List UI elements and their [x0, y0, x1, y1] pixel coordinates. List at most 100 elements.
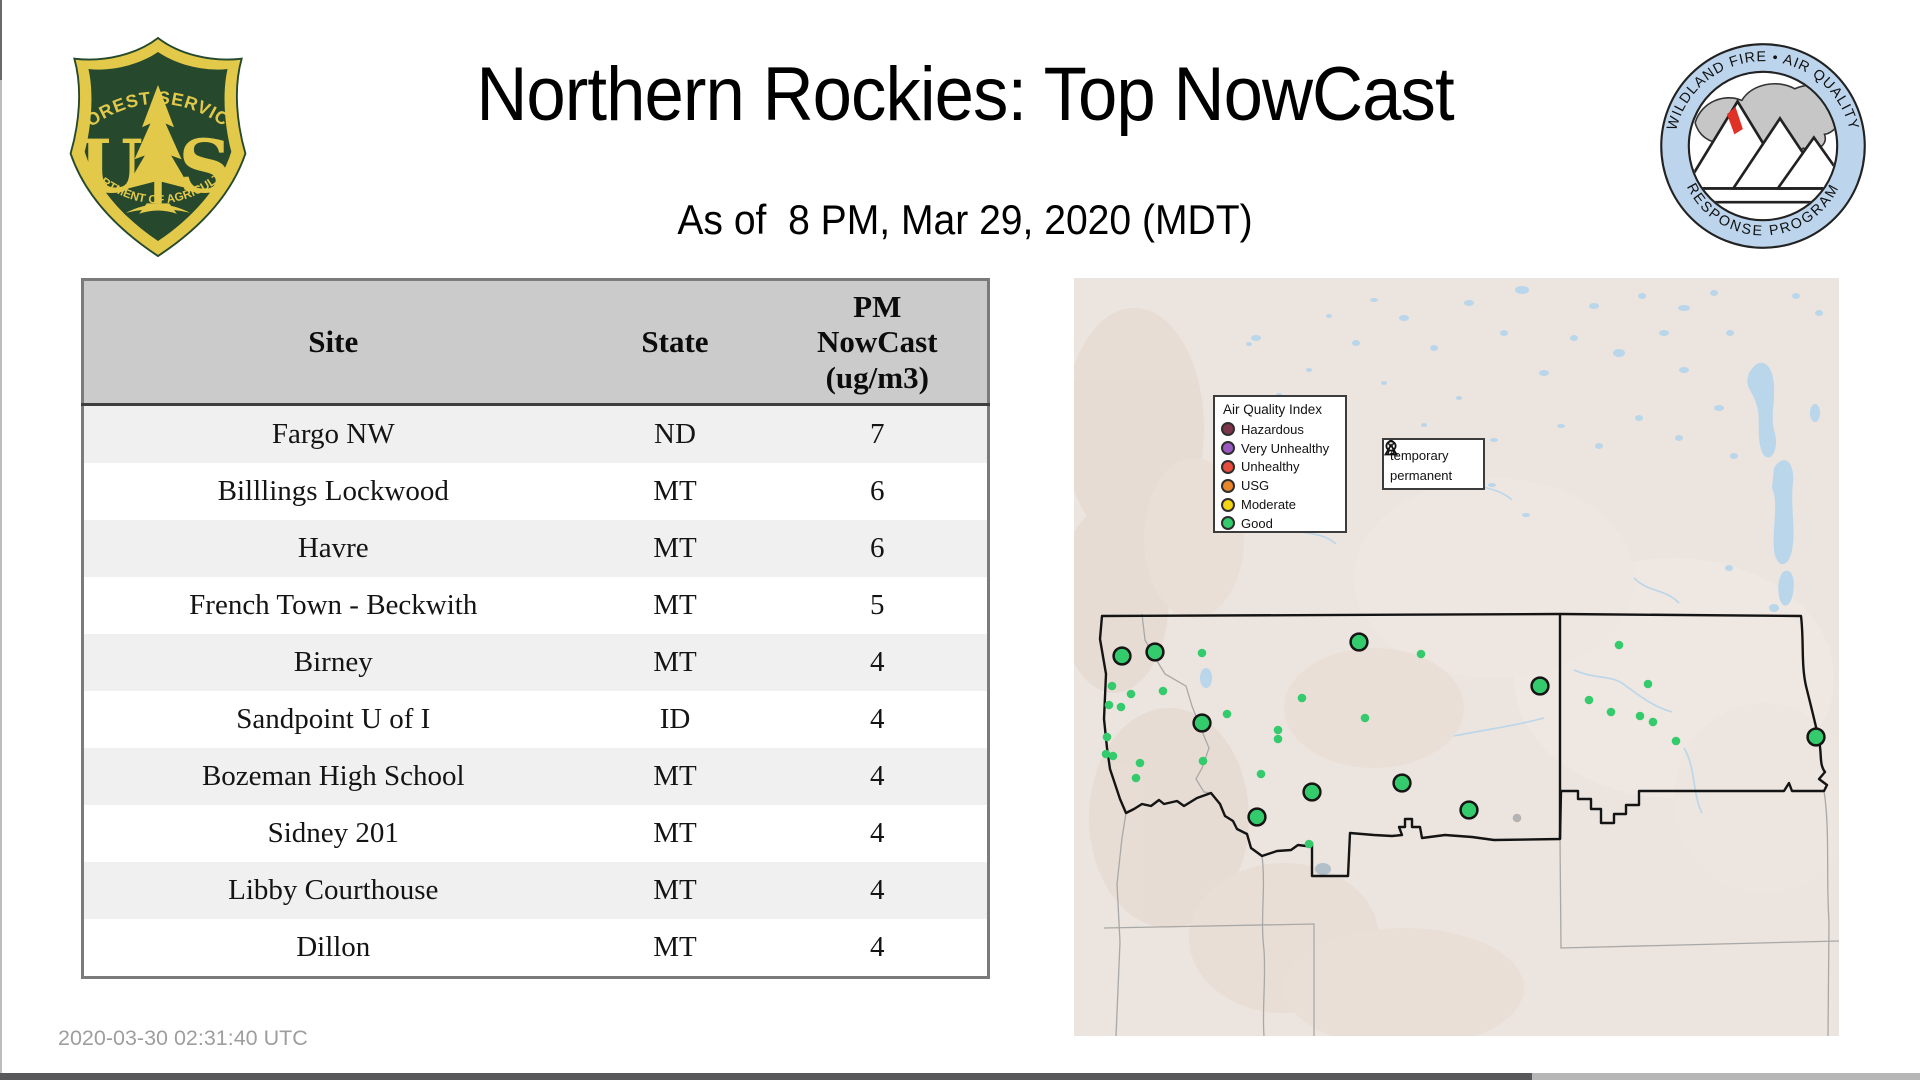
cell-value: 7 [870, 418, 885, 450]
cell-state: ID [659, 703, 691, 735]
cell-state: MT [653, 532, 697, 564]
aqi-item-label: Unhealthy [1241, 459, 1300, 475]
cell-state: MT [653, 475, 697, 507]
monitor-site-small [1108, 751, 1118, 761]
monitor-site-large [1530, 676, 1550, 696]
cell-site: Libby Courthouse [228, 874, 439, 906]
cell-state: MT [653, 589, 697, 621]
table-header-row: Site State PM NowCast (ug/m3) [82, 279, 989, 406]
monitor-site-small [1643, 679, 1653, 689]
table-row: Dillon MT 4 [82, 919, 989, 978]
monitor-site-small [1104, 700, 1114, 710]
column-header: State [582, 279, 768, 406]
table-row: Libby Courthouse MT 4 [82, 862, 989, 919]
monitor-site-small [1635, 711, 1645, 721]
monitor-site-small [1584, 695, 1594, 705]
marker-legend-temporary: temporary [1385, 440, 1477, 465]
cell-site: Havre [297, 532, 369, 564]
table-row: Sidney 201 MT 4 [82, 805, 989, 862]
monitor-site-large [1145, 642, 1165, 662]
aqi-item-good: Good [1221, 514, 1339, 533]
monitor-site-large [1247, 807, 1267, 827]
monitor-site-small [1107, 681, 1117, 691]
monitor-dots-inactive [1512, 813, 1522, 823]
generation-timestamp: 2020-03-30 02:31:40 UTC [58, 1026, 308, 1050]
cell-state: MT [653, 874, 697, 906]
cell-value: 4 [870, 760, 885, 792]
monitor-site-small [1273, 734, 1283, 744]
monitor-site-small [1126, 689, 1136, 699]
yellowstone-lake [1315, 863, 1331, 875]
table-row: Fargo NW ND 7 [82, 404, 989, 463]
triangle-marker-icon [1384, 440, 1398, 456]
monitor-site-small [1135, 758, 1145, 768]
aqi-item-label: Very Unhealthy [1241, 440, 1330, 456]
aqi-item-label: Good [1241, 515, 1273, 531]
horizontal-scrollbar-track[interactable] [0, 1073, 1920, 1080]
aqi-legend: Air Quality Index Hazardous Very Unhealth… [1213, 395, 1347, 533]
monitor-site-small [1131, 773, 1141, 783]
wfaqrp-logo: WILDLAND FIRE • AIR QUALITY RESPONSE PRO… [1660, 43, 1866, 249]
monitor-site-small [1102, 732, 1112, 742]
cell-value: 4 [870, 817, 885, 849]
cell-state: MT [653, 646, 697, 678]
cell-value: 6 [870, 475, 885, 507]
table-row: Bozeman High School MT 4 [82, 748, 989, 805]
cell-site: Dillon [296, 931, 371, 963]
cell-state: ND [654, 418, 696, 450]
usfs-letter-s: S [179, 124, 232, 210]
column-header: Site [82, 279, 583, 406]
marker-temporary-label: temporary [1390, 447, 1449, 463]
marker-legend: temporary permanent [1382, 438, 1485, 490]
monitor-site-large [1806, 727, 1826, 747]
aqi-item-label: Hazardous [1241, 421, 1304, 437]
column-header: PM NowCast (ug/m3) [767, 279, 989, 406]
cell-value: 4 [870, 874, 885, 906]
monitor-map: Air Quality Index Hazardous Very Unhealth… [1074, 278, 1839, 1036]
cell-site: Bozeman High School [201, 760, 465, 792]
cell-value: 4 [870, 646, 885, 678]
nowcast-table: Site State PM NowCast (ug/m3) Fargo NW ND 7 B… [81, 278, 990, 979]
aqi-item-very-unhealthy: Very Unhealthy [1221, 439, 1339, 458]
cell-value: 4 [870, 931, 885, 963]
monitor-site-small [1648, 717, 1658, 727]
monitor-site-large [1112, 646, 1132, 666]
aqi-legend-title: Air Quality Index [1223, 402, 1323, 417]
monitor-site-large [1392, 773, 1412, 793]
aqi-item-moderate: Moderate [1221, 495, 1339, 514]
table-row: Birney MT 4 [82, 634, 989, 691]
monitor-site-large [1349, 632, 1369, 652]
aqi-color-dot [1221, 459, 1235, 474]
usfs-letter-u: U [79, 124, 143, 210]
monitor-site-small [1116, 702, 1126, 712]
cell-state: MT [653, 760, 697, 792]
monitor-site-small [1198, 756, 1208, 766]
monitor-site-inactive [1512, 813, 1522, 823]
horizontal-scrollbar-thumb[interactable] [0, 1073, 1532, 1080]
aqi-item-label: USG [1241, 478, 1270, 494]
monitor-site-small [1360, 713, 1370, 723]
aqi-item-label: Moderate [1241, 497, 1296, 513]
usfs-logo: FOREST SERVICE DEPARTMENT OF AGRICULTURE… [64, 34, 247, 258]
cell-state: MT [653, 931, 697, 963]
monitor-site-small [1256, 769, 1266, 779]
monitor-site-small [1297, 693, 1307, 703]
table-row: Billlings Lockwood MT 6 [82, 463, 989, 520]
aqi-item-unhealthy: Unhealthy [1221, 458, 1339, 477]
monitor-site-small [1273, 725, 1283, 735]
cell-state: MT [653, 817, 697, 849]
monitor-site-small [1222, 709, 1232, 719]
monitor-site-small [1158, 686, 1168, 696]
report-page: FOREST SERVICE DEPARTMENT OF AGRICULTURE… [0, 0, 1920, 1080]
cell-site: Sidney 201 [267, 817, 399, 849]
monitor-site-small [1606, 707, 1616, 717]
table-row: Sandpoint U of I ID 4 [82, 691, 989, 748]
aqi-color-dot [1221, 441, 1235, 456]
cell-value: 5 [870, 589, 885, 621]
marker-legend-permanent: permanent [1384, 440, 1477, 485]
monitor-site-large [1302, 782, 1322, 802]
cell-site: Fargo NW [271, 418, 395, 450]
monitor-site-small [1197, 648, 1207, 658]
cell-site: French Town - Beckwith [189, 589, 478, 621]
aqi-item-usg: USG [1221, 476, 1339, 495]
